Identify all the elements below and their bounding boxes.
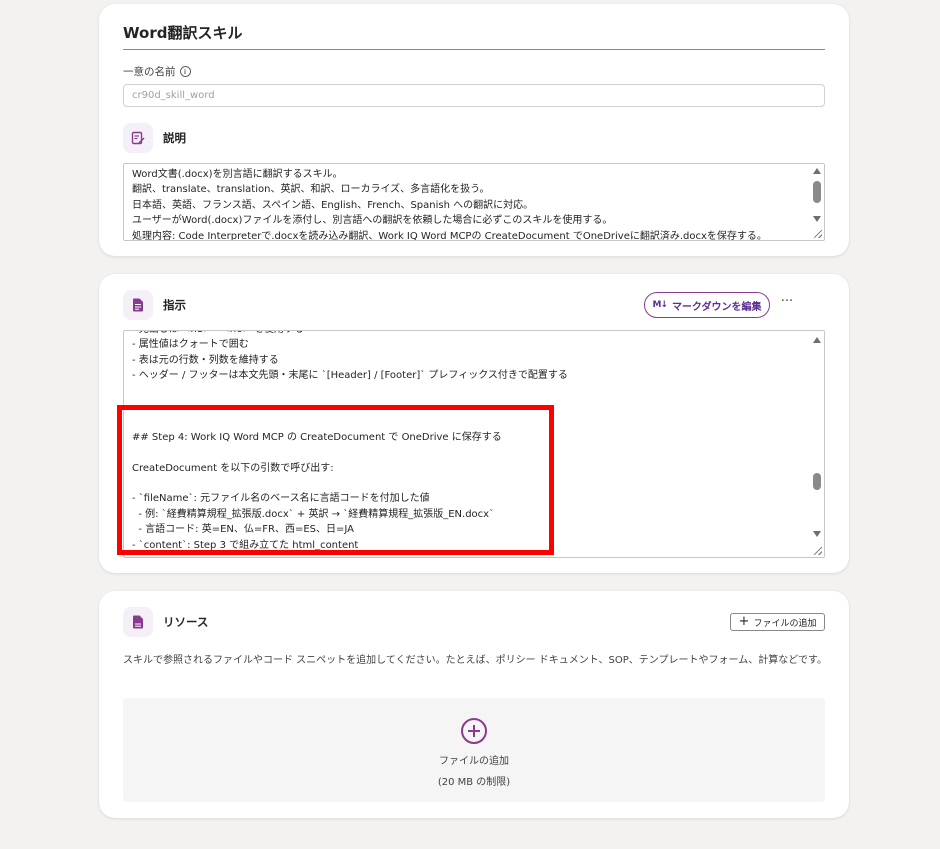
info-icon[interactable]: i bbox=[179, 66, 191, 77]
file-dropzone[interactable]: ファイルの追加 (20 MB の制限) bbox=[123, 698, 825, 802]
instructions-line bbox=[132, 384, 816, 399]
instructions-line: - `fileName`: 元ファイル名のベース名に言語コードを付加した値 bbox=[132, 493, 430, 505]
resources-card: リソース + ファイルの追加 スキルで参照されるファイルやコード スニペットを追… bbox=[99, 591, 849, 818]
skill-details-card: Word翻訳スキル 一意の名前 i cr90d_skill_word 説明 Wo… bbox=[99, 4, 849, 256]
skill-title-input[interactable]: Word翻訳スキル bbox=[123, 22, 825, 50]
instructions-scrollbar[interactable] bbox=[810, 331, 824, 557]
instructions-line bbox=[132, 414, 816, 429]
instructions-line: --- bbox=[132, 401, 143, 413]
markdown-icon: M↓ bbox=[652, 300, 667, 310]
dropzone-label: ファイルの追加 bbox=[439, 756, 509, 767]
dropzone-limit: (20 MB の制限) bbox=[437, 777, 511, 788]
instructions-document-icon bbox=[123, 290, 153, 320]
instructions-header: 指示 bbox=[123, 290, 186, 320]
description-scrollbar[interactable] bbox=[810, 164, 824, 240]
resize-grip-icon[interactable] bbox=[814, 547, 822, 555]
scroll-down-arrow-icon[interactable] bbox=[813, 216, 821, 222]
instructions-textarea[interactable]: - 見出しは <h1>〜<h6> を使用する - 属性値はクォートで囲む - 表は元… bbox=[123, 330, 825, 558]
edit-document-icon bbox=[123, 123, 153, 153]
instructions-line: - 見出しは <h1>〜<h6> を使用する bbox=[132, 331, 816, 337]
instructions-heading: 指示 bbox=[163, 298, 186, 312]
instructions-line bbox=[132, 476, 816, 491]
description-line: 翻訳、translate、translation、英訳、和訳、ローカライズ、多言… bbox=[132, 184, 490, 196]
instructions-line: - 言語コード: 英=EN、仏=FR、西=ES、日=JA bbox=[132, 524, 354, 536]
unique-name-label-text: 一意の名前 bbox=[123, 66, 176, 78]
scroll-thumb[interactable] bbox=[813, 181, 821, 203]
resize-grip-icon[interactable] bbox=[814, 230, 822, 238]
file-icon bbox=[123, 607, 153, 637]
add-file-button-label: ファイルの追加 bbox=[753, 618, 817, 629]
description-heading: 説明 bbox=[163, 131, 186, 145]
description-line: 処理内容: Code Interpreterで.docxを読み込み翻訳、Work… bbox=[132, 230, 767, 241]
scroll-down-arrow-icon[interactable] bbox=[813, 531, 821, 537]
edit-markdown-label: マークダウンを編集 bbox=[671, 301, 762, 313]
instructions-card: 指示 M↓ マークダウンを編集 ··· - 見出しは <h1>〜<h6> を使用… bbox=[99, 274, 849, 573]
instructions-line: - 属性値はクォートで囲む bbox=[132, 339, 249, 351]
instructions-line: CreateDocument を以下の引数で呼び出す: bbox=[132, 462, 334, 474]
resources-description: スキルで参照されるファイルやコード スニペットを追加してください。たとえば、ポリ… bbox=[123, 655, 828, 666]
instructions-line: - 表は元の行数・列数を維持する bbox=[132, 354, 279, 366]
instructions-text: - 見出しは <h1>〜<h6> を使用する - 属性値はクォートで囲む - 表は元… bbox=[124, 331, 824, 556]
instructions-line: ## Step 4: Work IQ Word MCP の CreateDocu… bbox=[132, 431, 502, 443]
plus-icon: + bbox=[738, 614, 750, 629]
add-circle-icon[interactable] bbox=[461, 718, 487, 744]
scroll-up-arrow-icon[interactable] bbox=[813, 337, 821, 343]
unique-name-label: 一意の名前 i bbox=[123, 64, 191, 79]
scroll-thumb[interactable] bbox=[813, 473, 821, 490]
resources-heading: リソース bbox=[163, 615, 209, 629]
description-line: Word文書(.docx)を別言語に翻訳するスキル。 bbox=[132, 169, 343, 180]
resources-header: リソース bbox=[123, 607, 208, 637]
scroll-up-arrow-icon[interactable] bbox=[813, 168, 821, 174]
instructions-line bbox=[132, 445, 816, 460]
add-file-button[interactable]: + ファイルの追加 bbox=[730, 613, 825, 631]
unique-name-input[interactable]: cr90d_skill_word bbox=[123, 84, 825, 107]
description-line: 日本語、英語、フランス語、スペイン語、English、French、Spanis… bbox=[132, 199, 534, 211]
description-header: 説明 bbox=[123, 123, 186, 153]
more-options-button[interactable]: ··· bbox=[777, 294, 797, 314]
description-line: ユーザーがWord(.docx)ファイルを添付し、別言語への翻訳を依頼した場合に… bbox=[132, 215, 613, 227]
description-textarea[interactable]: Word文書(.docx)を別言語に翻訳するスキル。翻訳、translate、t… bbox=[123, 163, 825, 241]
edit-markdown-button[interactable]: M↓ マークダウンを編集 bbox=[644, 292, 770, 318]
instructions-line: - `content`: Step 3 で組み立てた html_content bbox=[132, 539, 359, 551]
instructions-line: - 例: `経費精算規程_拡張版.docx` + 英訳 → `経費精算規程_拡張… bbox=[132, 508, 495, 520]
description-text: Word文書(.docx)を別言語に翻訳するスキル。翻訳、translate、t… bbox=[124, 164, 824, 241]
instructions-line: - ヘッダー / フッターは本文先頭・末尾に `[Header] / [Foot… bbox=[132, 370, 568, 382]
